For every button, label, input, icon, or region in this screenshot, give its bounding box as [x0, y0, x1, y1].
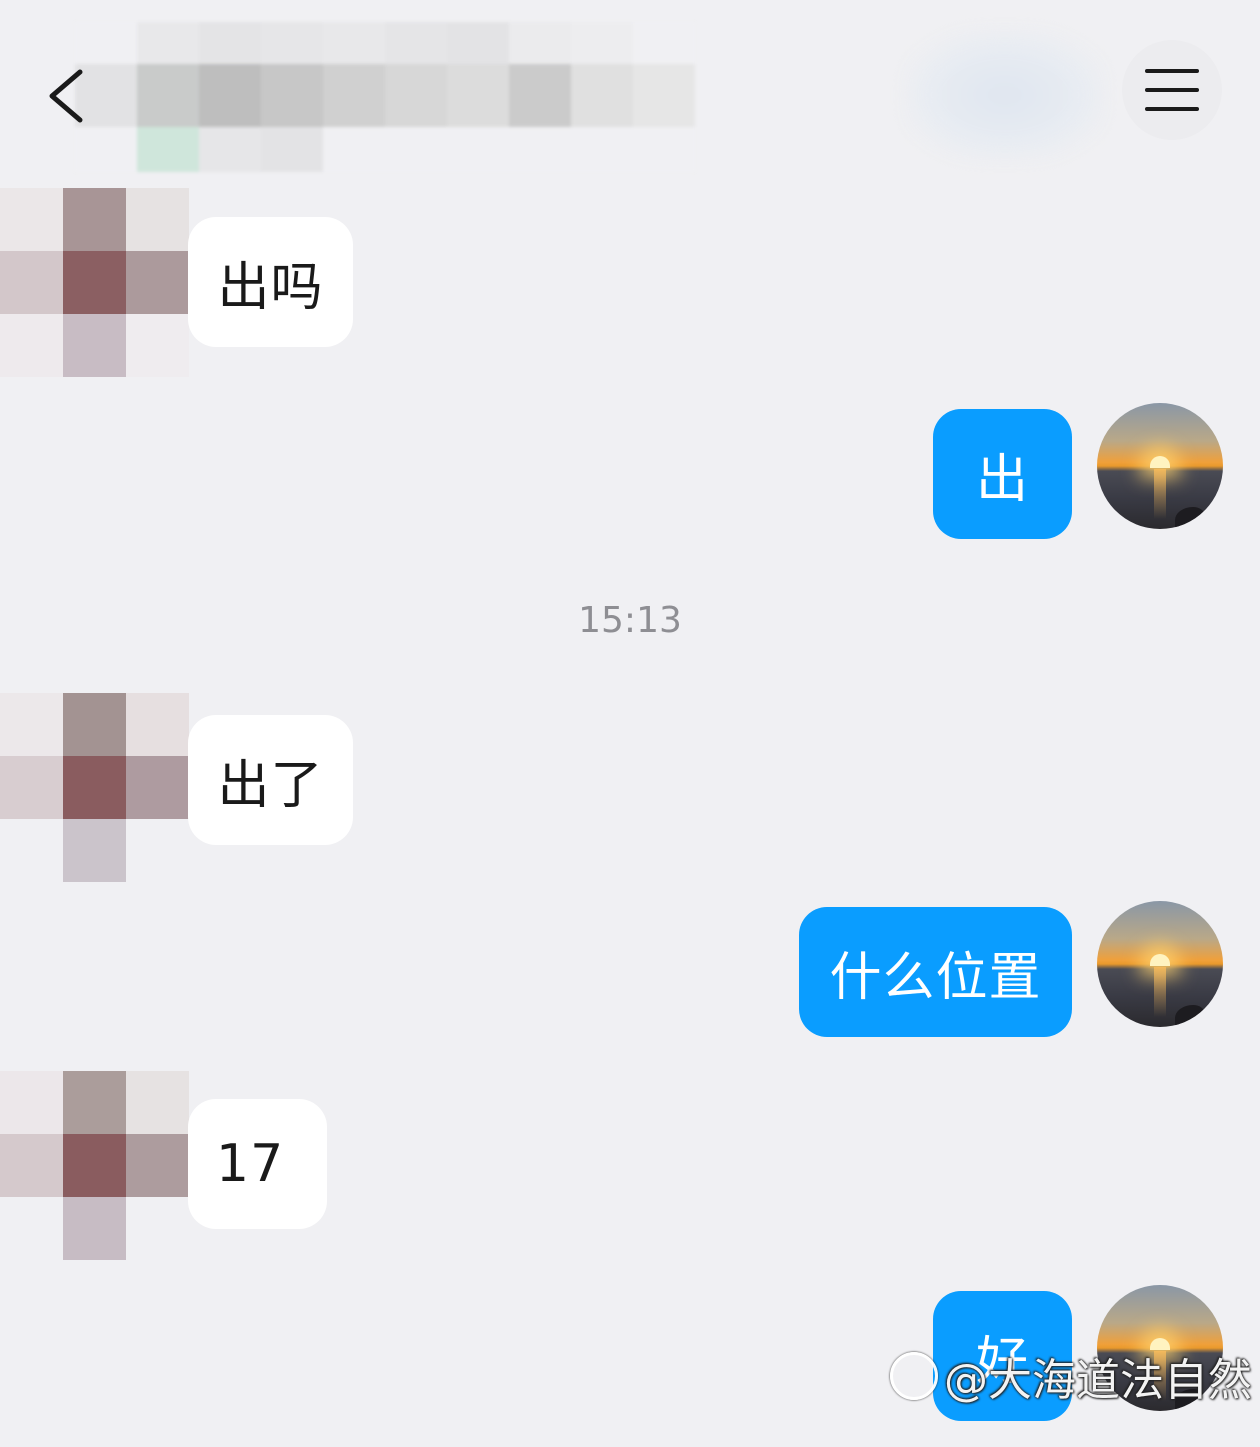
message-bubble-incoming[interactable]: 出吗 — [188, 217, 353, 347]
message-bubble-incoming[interactable]: 出了 — [188, 715, 353, 845]
contact-name-redacted — [75, 22, 695, 172]
message-text: 17 — [216, 1134, 285, 1194]
sun-image — [1150, 954, 1170, 966]
message-text: 什么位置 — [829, 947, 1042, 1008]
watermark-text: @大海道法自然 — [944, 1355, 1252, 1406]
my-avatar[interactable] — [1097, 403, 1223, 529]
message-bubble-incoming[interactable]: 17 — [188, 1099, 327, 1229]
watermark: @大海道法自然 — [890, 1346, 1252, 1406]
chat-header — [0, 0, 1260, 175]
message-text: 出 — [975, 449, 1029, 510]
message-text: 出吗 — [217, 257, 324, 318]
contact-avatar[interactable] — [0, 188, 189, 377]
back-button[interactable] — [40, 64, 96, 128]
contact-avatar[interactable] — [0, 693, 189, 882]
message-bubble-outgoing[interactable]: 出 — [933, 409, 1072, 539]
sun-image — [1150, 456, 1170, 468]
contact-avatar[interactable] — [0, 1071, 189, 1260]
chevron-left-icon — [49, 69, 83, 123]
zhihu-logo-icon — [890, 1352, 938, 1400]
message-text: 出了 — [217, 755, 324, 816]
menu-button[interactable] — [1122, 40, 1222, 140]
message-timestamp: 15:13 — [578, 600, 682, 641]
header-redacted-area — [905, 30, 1105, 160]
message-bubble-outgoing[interactable]: 什么位置 — [799, 907, 1072, 1037]
my-avatar[interactable] — [1097, 901, 1223, 1027]
